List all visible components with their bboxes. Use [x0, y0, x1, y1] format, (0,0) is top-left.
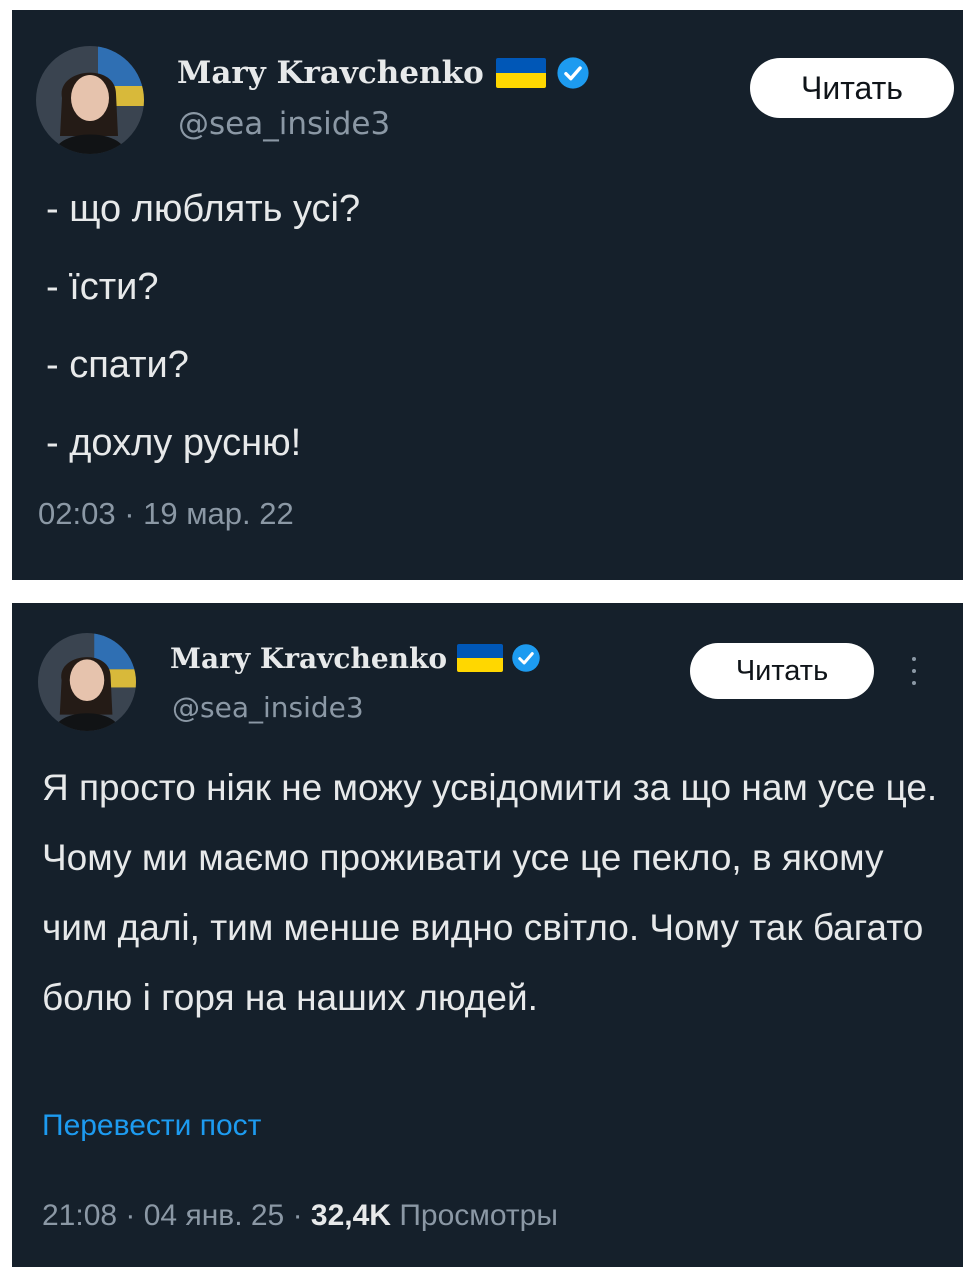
author-row: Mary Kravchenko [177, 52, 590, 94]
views-label: Просмотры [399, 1199, 558, 1232]
tweet-date[interactable]: 19 мар. 22 [143, 496, 294, 531]
follow-button[interactable]: Читать [750, 58, 954, 118]
ukraine-flag-icon [495, 58, 546, 88]
verified-badge-icon [556, 56, 590, 90]
tweet-date[interactable]: 04 янв. 25 [144, 1199, 285, 1232]
author-name[interactable]: Mary Kravchenko [177, 55, 484, 91]
tweet-time[interactable]: 21:08 [42, 1199, 117, 1232]
tweet-card-2: Mary Kravchenko @sea_inside3 Читать Я пр… [12, 603, 963, 1267]
tweet-meta: 02:03 · 19 мар. 22 [38, 496, 294, 532]
follow-button[interactable]: Читать [690, 643, 874, 699]
tweet-card-1: Mary Kravchenko @sea_inside3 Читать - що… [12, 10, 963, 580]
more-options-icon[interactable] [908, 657, 920, 685]
tweet-text: - що люблять усі? - їсти? - спати? - дох… [46, 170, 360, 482]
ukraine-flag-icon [457, 644, 504, 672]
tweet-time[interactable]: 02:03 [38, 496, 116, 531]
tweet-line: - спати? [46, 344, 189, 386]
author-name[interactable]: Mary Kravchenko [170, 642, 447, 675]
tweet-text: Я просто ніяк не можу усвідомити за що н… [42, 767, 938, 1018]
meta-separator: · [115, 496, 144, 531]
views-count: 32,4K [310, 1199, 391, 1232]
translate-link[interactable]: Перевести пост [42, 1109, 261, 1143]
author-handle[interactable]: @sea_inside3 [178, 106, 390, 142]
tweet-line: - що люблять усі? [46, 188, 361, 230]
avatar[interactable] [36, 46, 144, 154]
meta-separator: · [284, 1199, 311, 1232]
author-row: Mary Kravchenko [170, 639, 541, 677]
author-handle[interactable]: @sea_inside3 [172, 691, 364, 724]
tweet-line: - їсти? [46, 266, 159, 308]
meta-separator: · [117, 1199, 144, 1232]
tweet-meta: 21:08 · 04 янв. 25 · 32,4K Просмотры [42, 1199, 558, 1233]
avatar[interactable] [38, 633, 136, 731]
verified-badge-icon [511, 643, 541, 673]
tweet-line: - дохлу русню! [46, 422, 302, 464]
